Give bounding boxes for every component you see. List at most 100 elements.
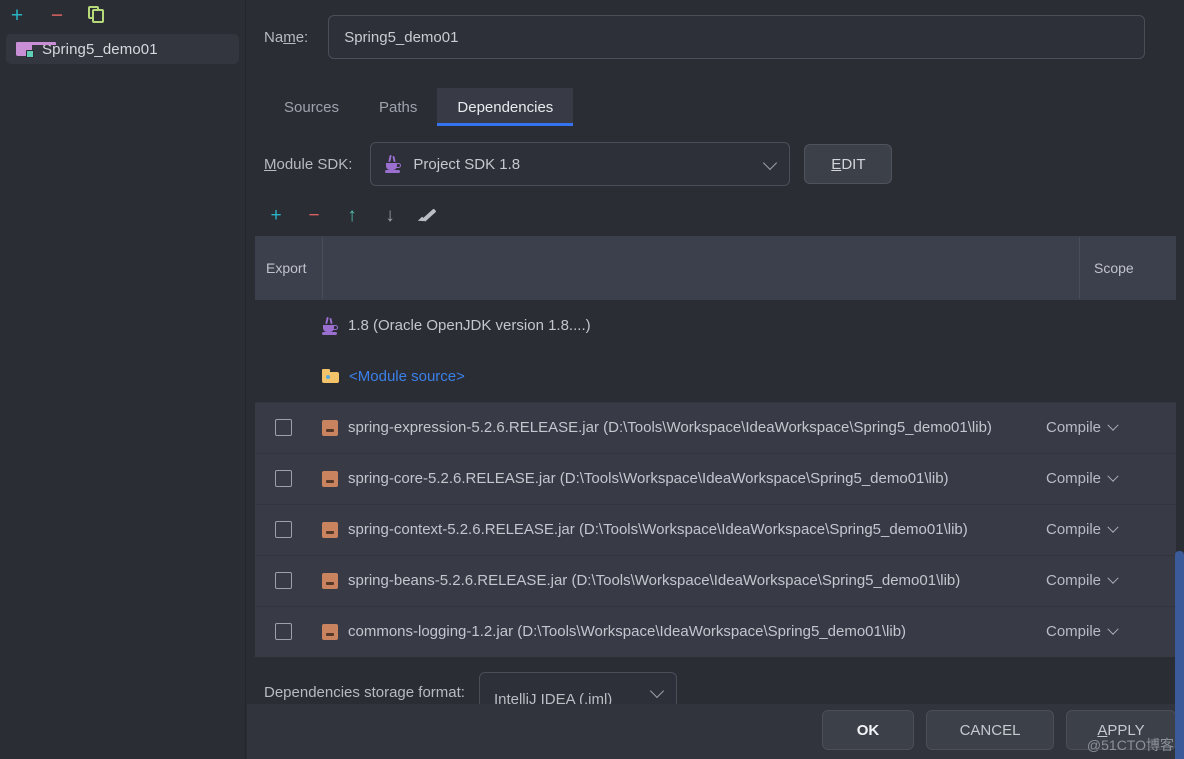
row-name-cell: commons-logging-1.2.jar (D:\Tools\Worksp… — [311, 623, 1046, 640]
storage-format-label: Dependencies storage format: — [264, 683, 465, 701]
row-name-cell: spring-core-5.2.6.RELEASE.jar (D:\Tools\… — [311, 470, 1046, 487]
export-checkbox[interactable] — [274, 419, 292, 436]
export-checkbox[interactable] — [274, 572, 292, 589]
scope-value: Compile — [1046, 623, 1102, 640]
row-export-cell — [255, 623, 311, 640]
row-scope-dropdown[interactable]: Compile — [1046, 470, 1176, 487]
name-row: Name: — [264, 15, 1146, 59]
copy-module-button[interactable] — [84, 2, 110, 28]
java-icon — [322, 316, 338, 335]
copy-icon — [88, 6, 106, 24]
row-scope-dropdown[interactable]: Compile — [1046, 623, 1176, 640]
chevron-down-icon — [1107, 470, 1119, 482]
module-sdk-select[interactable]: Project SDK 1.8 — [370, 142, 791, 186]
table-row[interactable]: spring-beans-5.2.6.RELEASE.jar (D:\Tools… — [255, 555, 1176, 606]
edit-sdk-button[interactable]: E DIT — [804, 144, 893, 184]
dependencies-toolbar: + − ↑ ↓ — [262, 200, 442, 230]
chevron-down-icon — [649, 683, 665, 699]
jar-icon — [322, 470, 338, 487]
jar-icon — [322, 572, 338, 589]
scope-value: Compile — [1046, 521, 1102, 538]
row-divider — [255, 453, 1176, 454]
row-name-cell: spring-expression-5.2.6.RELEASE.jar (D:\… — [311, 419, 1046, 436]
dialog-buttons: OK CANCEL A PPLY — [822, 710, 1176, 750]
row-scope-dropdown[interactable]: Compile — [1046, 521, 1176, 538]
module-list-sidebar: + − Spring5_demo01 — [0, 0, 246, 759]
export-checkbox[interactable] — [274, 623, 292, 640]
table-row[interactable]: spring-expression-5.2.6.RELEASE.jar (D:\… — [255, 402, 1176, 453]
scope-value: Compile — [1046, 419, 1102, 436]
export-checkbox[interactable] — [274, 470, 292, 487]
add-module-button[interactable]: + — [4, 2, 30, 28]
row-name-cell: spring-beans-5.2.6.RELEASE.jar (D:\Tools… — [311, 572, 1046, 589]
jar-icon — [322, 521, 338, 538]
row-name-cell: spring-context-5.2.6.RELEASE.jar (D:\Too… — [311, 521, 1046, 538]
row-label: spring-beans-5.2.6.RELEASE.jar (D:\Tools… — [348, 572, 961, 589]
table-row[interactable]: spring-context-5.2.6.RELEASE.jar (D:\Too… — [255, 504, 1176, 555]
tab-paths-label: Paths — [379, 98, 418, 116]
move-up-button[interactable]: ↑ — [338, 201, 366, 229]
table-header: Export Scope — [255, 236, 1176, 300]
folder-icon — [322, 369, 339, 384]
add-dependency-button[interactable]: + — [262, 201, 290, 229]
row-label: commons-logging-1.2.jar (D:\Tools\Worksp… — [348, 623, 907, 640]
row-label: <Module source> — [349, 368, 465, 385]
row-export-cell — [255, 470, 311, 487]
module-name-input[interactable] — [328, 15, 1146, 59]
scope-value: Compile — [1046, 572, 1102, 589]
module-icon — [16, 41, 56, 58]
ok-button[interactable]: OK — [822, 710, 914, 750]
header-divider — [322, 237, 323, 299]
table-row[interactable]: commons-logging-1.2.jar (D:\Tools\Worksp… — [255, 606, 1176, 657]
java-icon — [385, 155, 402, 173]
row-scope-dropdown[interactable]: Compile — [1046, 419, 1176, 436]
tab-sources[interactable]: Sources — [264, 88, 359, 126]
dependencies-table: Export Scope 1.8 (Oracle OpenJDK version… — [255, 236, 1176, 664]
tab-dependencies[interactable]: Dependencies — [437, 88, 574, 126]
row-export-cell — [255, 521, 311, 538]
dialog-button-bar: OK CANCEL A PPLY @51CTO博客 — [247, 704, 1184, 759]
name-label: Name: — [264, 28, 309, 46]
apply-button[interactable]: A PPLY — [1066, 710, 1176, 750]
sidebar-item-spring5-demo01[interactable]: Spring5_demo01 — [6, 34, 239, 64]
module-sdk-row: Module SDK: Project SDK 1.8 E DIT — [264, 142, 893, 186]
table-scrollbar-track[interactable] — [1175, 236, 1184, 759]
table-row[interactable]: 1.8 (Oracle OpenJDK version 1.8....) — [255, 300, 1176, 351]
remove-dependency-button[interactable]: − — [300, 201, 328, 229]
chevron-down-icon — [1107, 521, 1119, 533]
row-label: spring-context-5.2.6.RELEASE.jar (D:\Too… — [348, 521, 968, 538]
tab-sources-label: Sources — [284, 98, 340, 116]
row-divider — [255, 555, 1176, 556]
table-scrollbar-thumb[interactable] — [1175, 551, 1184, 759]
row-divider — [255, 504, 1176, 505]
export-checkbox[interactable] — [274, 521, 292, 538]
row-label: spring-expression-5.2.6.RELEASE.jar (D:\… — [348, 419, 992, 436]
cancel-button[interactable]: CANCEL — [926, 710, 1054, 750]
row-scope-dropdown[interactable]: Compile — [1046, 572, 1176, 589]
module-sdk-value: Project SDK 1.8 — [413, 155, 521, 173]
active-tab-underline — [437, 123, 574, 126]
move-down-button[interactable]: ↓ — [376, 201, 404, 229]
row-divider — [255, 606, 1176, 607]
row-name-cell: 1.8 (Oracle OpenJDK version 1.8....) — [311, 316, 1046, 335]
module-settings-panel: Name: Sources Paths Dependencies Module … — [247, 0, 1184, 759]
table-row[interactable]: spring-core-5.2.6.RELEASE.jar (D:\Tools\… — [255, 453, 1176, 504]
module-sdk-label: Module SDK: — [264, 155, 353, 173]
row-divider — [255, 402, 1176, 403]
pencil-icon — [417, 207, 437, 225]
remove-module-button[interactable]: − — [44, 2, 70, 28]
edit-dependency-button[interactable] — [414, 201, 442, 229]
row-label: 1.8 (Oracle OpenJDK version 1.8....) — [348, 317, 591, 334]
row-label: spring-core-5.2.6.RELEASE.jar (D:\Tools\… — [348, 470, 949, 487]
table-row[interactable]: <Module source> — [255, 351, 1176, 402]
row-name-cell: <Module source> — [311, 368, 1046, 385]
jar-icon — [322, 419, 338, 436]
sidebar-toolbar: + − — [0, 0, 245, 30]
tab-paths[interactable]: Paths — [359, 88, 437, 126]
column-header-scope: Scope — [1094, 260, 1134, 276]
tab-dependencies-label: Dependencies — [457, 98, 554, 116]
column-header-export: Export — [266, 260, 307, 276]
row-export-cell — [255, 572, 311, 589]
row-export-cell — [255, 419, 311, 436]
chevron-down-icon — [1107, 419, 1119, 431]
